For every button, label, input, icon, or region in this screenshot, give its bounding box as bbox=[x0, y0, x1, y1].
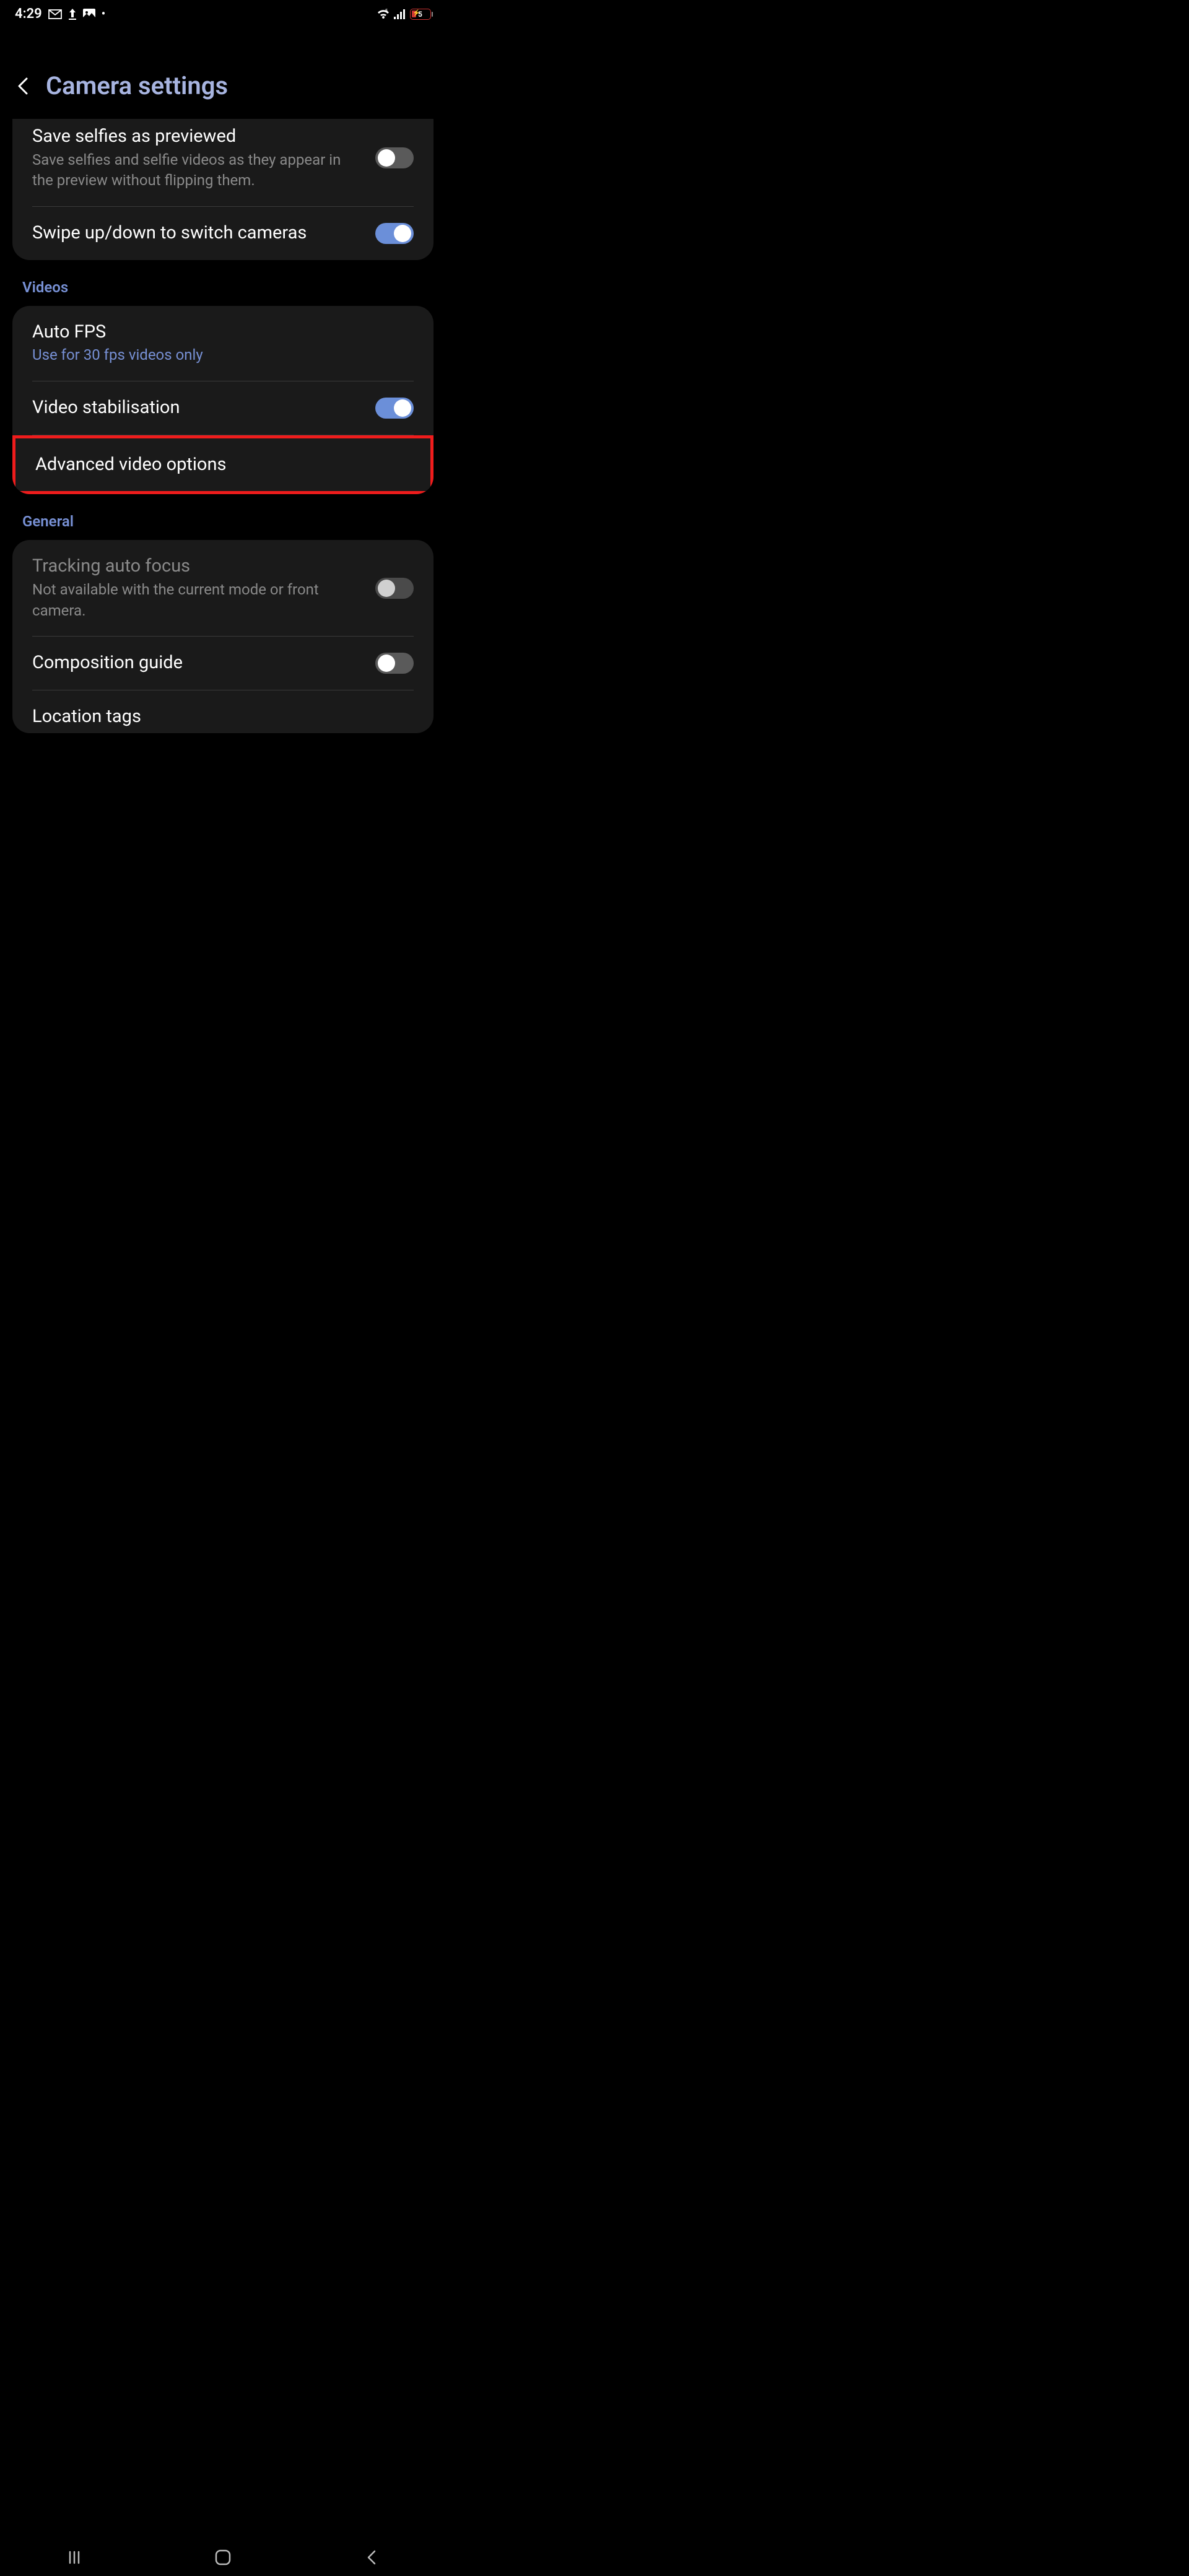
nav-home[interactable] bbox=[212, 2546, 234, 2569]
navigation-bar bbox=[0, 2539, 446, 2576]
save-selfies-title: Save selfies as previewed bbox=[32, 125, 363, 149]
upload-icon bbox=[68, 9, 77, 20]
setting-auto-fps[interactable]: Auto FPS Use for 30 fps videos only bbox=[12, 306, 433, 381]
video-stabilisation-title: Video stabilisation bbox=[32, 396, 363, 420]
auto-fps-subtitle: Use for 30 fps videos only bbox=[32, 345, 414, 366]
page-header: Camera settings bbox=[0, 28, 446, 119]
nav-recents[interactable] bbox=[63, 2546, 85, 2569]
setting-advanced-video[interactable]: Advanced video options bbox=[12, 435, 433, 495]
card-videos: Auto FPS Use for 30 fps videos only Vide… bbox=[12, 306, 433, 495]
page-title: Camera settings bbox=[46, 71, 228, 100]
card-selfies: Save selfies as previewed Save selfies a… bbox=[12, 119, 433, 260]
signal-icon bbox=[394, 9, 406, 19]
battery-icon: ⚡ 5 bbox=[410, 9, 431, 20]
swipe-switch-title: Swipe up/down to switch cameras bbox=[32, 222, 363, 245]
nav-back[interactable] bbox=[360, 2546, 383, 2569]
status-left: 4:29 • bbox=[15, 6, 105, 22]
auto-fps-title: Auto FPS bbox=[32, 321, 414, 344]
section-general: General bbox=[0, 513, 446, 540]
svg-text:5: 5 bbox=[385, 9, 388, 14]
tracking-autofocus-title: Tracking auto focus bbox=[32, 555, 363, 578]
status-bar: 4:29 • 5 ⚡ 5 bbox=[0, 0, 446, 28]
card-general: Tracking auto focus Not available with t… bbox=[12, 540, 433, 733]
tracking-autofocus-toggle bbox=[375, 578, 414, 599]
wifi-icon: 5 bbox=[377, 9, 390, 20]
dot-icon: • bbox=[102, 7, 105, 20]
back-button[interactable] bbox=[15, 78, 31, 94]
tracking-autofocus-subtitle: Not available with the current mode or f… bbox=[32, 580, 363, 621]
advanced-video-title: Advanced video options bbox=[35, 453, 411, 477]
save-selfies-toggle[interactable] bbox=[375, 147, 414, 168]
setting-tracking-autofocus: Tracking auto focus Not available with t… bbox=[12, 540, 433, 636]
save-selfies-subtitle: Save selfies and selfie videos as they a… bbox=[32, 150, 363, 191]
setting-location-tags[interactable]: Location tags bbox=[12, 690, 433, 734]
composition-guide-toggle[interactable] bbox=[375, 653, 414, 674]
setting-video-stabilisation[interactable]: Video stabilisation bbox=[12, 381, 433, 435]
status-time: 4:29 bbox=[15, 6, 42, 22]
setting-composition-guide[interactable]: Composition guide bbox=[12, 637, 433, 690]
status-right: 5 ⚡ 5 bbox=[377, 9, 431, 20]
setting-save-selfies[interactable]: Save selfies as previewed Save selfies a… bbox=[12, 119, 433, 206]
gallery-icon bbox=[83, 9, 95, 20]
swipe-switch-toggle[interactable] bbox=[375, 223, 414, 244]
composition-guide-title: Composition guide bbox=[32, 651, 363, 675]
video-stabilisation-toggle[interactable] bbox=[375, 398, 414, 419]
section-videos: Videos bbox=[0, 279, 446, 306]
mail-icon bbox=[48, 9, 62, 19]
setting-swipe-switch[interactable]: Swipe up/down to switch cameras bbox=[12, 207, 433, 260]
location-tags-title: Location tags bbox=[32, 705, 414, 729]
